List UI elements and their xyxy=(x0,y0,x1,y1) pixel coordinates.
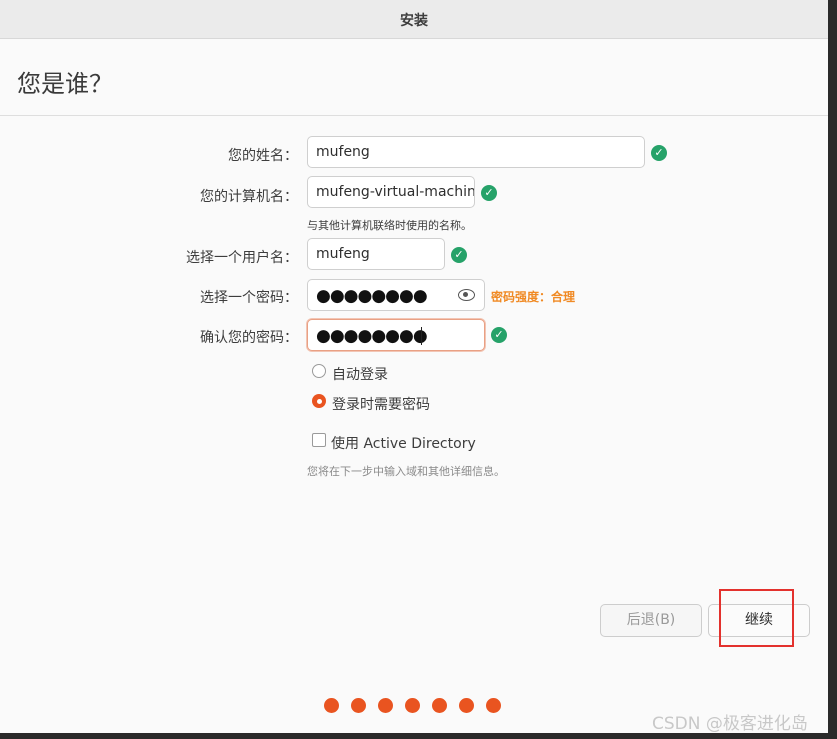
name-label: 您的姓名： xyxy=(228,148,298,164)
computer-name-label: 您的计算机名： xyxy=(200,189,298,205)
header-divider xyxy=(0,115,828,116)
eye-icon[interactable] xyxy=(458,289,475,301)
name-valid-check-icon: ✓ xyxy=(651,145,667,161)
auto-login-radio[interactable] xyxy=(312,364,326,378)
confirm-password-dots: ●●●●●●●● xyxy=(316,326,428,346)
username-input[interactable]: mufeng xyxy=(307,238,445,270)
computer-name-hint: 与其他计算机联络时使用的名称。 xyxy=(307,219,472,232)
active-directory-checkbox[interactable] xyxy=(312,433,326,447)
confirm-password-label: 确认您的密码： xyxy=(200,330,298,346)
progress-dot xyxy=(351,698,366,713)
password-dots: ●●●●●●●● xyxy=(316,286,428,306)
confirm-password-input[interactable]: ●●●●●●●● xyxy=(307,319,485,351)
watermark: CSDN @极客进化岛 xyxy=(652,714,808,733)
computer-name-valid-check-icon: ✓ xyxy=(481,185,497,201)
username-label: 选择一个用户名： xyxy=(186,250,298,266)
back-button[interactable]: 后退(B) xyxy=(600,604,702,637)
confirm-password-valid-check-icon: ✓ xyxy=(491,327,507,343)
progress-dot xyxy=(378,698,393,713)
auto-login-label[interactable]: 自动登录 xyxy=(332,364,388,384)
password-label: 选择一个密码： xyxy=(200,290,298,306)
password-input[interactable]: ●●●●●●●● xyxy=(307,279,485,311)
active-directory-label[interactable]: 使用 Active Directory xyxy=(331,433,476,453)
progress-dot xyxy=(405,698,420,713)
computer-name-input[interactable]: mufeng-virtual-machin xyxy=(307,176,475,208)
annotation-highlight-box xyxy=(719,589,794,647)
require-password-radio[interactable] xyxy=(312,394,326,408)
page-title: 您是谁？ xyxy=(17,70,113,98)
installer-window: 安装 您是谁？ 您的姓名： mufeng ✓ 您的计算机名： mufeng-vi… xyxy=(0,0,828,733)
progress-dot xyxy=(459,698,474,713)
progress-dot xyxy=(486,698,501,713)
title-bar: 安装 xyxy=(0,0,828,39)
progress-dot xyxy=(324,698,339,713)
password-strength: 密码强度：合理 xyxy=(491,290,576,304)
username-valid-check-icon: ✓ xyxy=(451,247,467,263)
window-title: 安装 xyxy=(400,13,428,29)
text-caret xyxy=(421,327,422,345)
progress-dot xyxy=(432,698,447,713)
require-password-label[interactable]: 登录时需要密码 xyxy=(332,394,430,414)
name-input[interactable]: mufeng xyxy=(307,136,645,168)
active-directory-hint: 您将在下一步中输入域和其他详细信息。 xyxy=(307,465,505,478)
